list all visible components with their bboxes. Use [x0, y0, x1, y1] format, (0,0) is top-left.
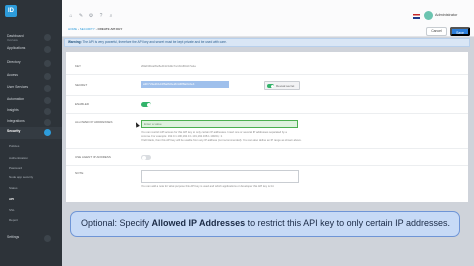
toggle-knob: [146, 102, 151, 107]
sidebar-item-directory[interactable]: Directory: [0, 58, 62, 70]
enabled-toggle[interactable]: [141, 102, 151, 107]
breadcrumb: HOME › SECURITY › CREATE API KEY: [68, 27, 122, 31]
allowed-ip-label: ALLOWED IP ADDRESSES: [75, 120, 113, 124]
help-icon[interactable]: ?: [98, 13, 104, 19]
avatar[interactable]: [424, 11, 433, 20]
ip-help-line-1: You can restrict API access for this API…: [141, 131, 287, 134]
caption-highlight: Allowed IP Addresses: [151, 218, 246, 228]
cancel-button[interactable]: Cancel: [426, 27, 447, 36]
sidebar-subitem-policies[interactable]: Policies: [9, 144, 19, 148]
sidebar: ID Dashboard Overview Applications Direc…: [0, 0, 62, 266]
wrench-icon[interactable]: ✎: [78, 13, 84, 19]
key-value: 2bEf4DcaWe5eD4c3d2c7e1bGfbGb7a1e: [141, 64, 196, 68]
sidebar-item-label: Access: [7, 73, 18, 77]
user-icon: [44, 85, 51, 92]
allowed-ip-input[interactable]: Enter a value: [141, 120, 298, 128]
sidebar-item-label: Integrations: [7, 119, 25, 123]
apps-icon: [44, 46, 51, 53]
sidebar-subitem-authentication[interactable]: Authentication: [9, 156, 28, 160]
dashboard-icon: [44, 34, 51, 41]
language-flag-icon[interactable]: [413, 14, 420, 19]
directory-icon: [44, 60, 51, 67]
note-label: NOTE: [75, 171, 84, 175]
sidebar-item-label: Directory: [7, 60, 21, 64]
sidebar-item-sublabel: Overview: [7, 38, 18, 42]
divider: [66, 74, 468, 75]
sidebar-subitem-ssl[interactable]: SSL: [9, 208, 15, 212]
sidebar-item-label: Settings: [7, 235, 20, 239]
divider: [66, 113, 468, 114]
sidebar-item-user-services[interactable]: User Services: [0, 83, 62, 95]
caption-prefix: Optional: Specify: [81, 218, 152, 228]
caption-suffix: to restrict this API key to only certain…: [245, 218, 451, 228]
home-icon[interactable]: ⌂: [68, 13, 74, 19]
sidebar-subitem-node-app-security[interactable]: Node app security: [9, 175, 33, 179]
sidebar-subitem-report[interactable]: Report: [9, 218, 18, 222]
agent-ip-label: USE AGENT IP ADDRESS: [75, 155, 111, 159]
gear-icon: [44, 235, 51, 242]
divider: [66, 148, 468, 149]
toggle-knob: [141, 155, 146, 160]
sidebar-item-label: User Services: [7, 85, 29, 89]
warning-prefix: Warning:: [68, 40, 82, 44]
note-help: You can add a note for what purpose this…: [141, 185, 275, 188]
api-key-form: KEY 2bEf4DcaWe5eD4c3d2c7e1bGfbGb7a1e SEC…: [66, 52, 468, 202]
ip-help-line-3: If left blank, then this API key will be…: [141, 139, 302, 142]
sidebar-item-label: Automation: [7, 97, 25, 101]
secret-field[interactable]: a3F7c9e2b1d4f6a8c0e2b4d6f8a0c2e4: [141, 81, 229, 88]
sidebar-item-security[interactable]: Security: [0, 127, 62, 139]
save-button[interactable]: Save: [450, 27, 470, 36]
search-icon[interactable]: ⌕: [108, 13, 114, 19]
settings-icon[interactable]: ⚙: [88, 13, 94, 19]
sidebar-item-label: Dashboard: [7, 34, 24, 38]
sidebar-subitem-status[interactable]: Status: [9, 186, 18, 190]
automation-icon: [44, 97, 51, 104]
sidebar-subitem-password[interactable]: Password: [9, 166, 22, 170]
breadcrumb-current: CREATE API KEY: [97, 27, 123, 31]
enabled-label: ENABLED: [75, 102, 90, 106]
key-label: KEY: [75, 64, 82, 68]
tutorial-caption: Optional: Specify Allowed IP Addresses t…: [70, 211, 460, 237]
app-logo[interactable]: ID: [5, 5, 17, 17]
key-icon: [44, 73, 51, 80]
sidebar-item-access[interactable]: Access: [0, 71, 62, 83]
secret-label: SECRET: [75, 83, 88, 87]
warning-text: The API is very powerful, therefore the …: [82, 40, 227, 44]
sidebar-item-label: Applications: [7, 46, 26, 50]
sidebar-item-applications[interactable]: Applications: [0, 44, 62, 56]
sidebar-subitem-api[interactable]: API: [9, 197, 14, 201]
sidebar-item-settings[interactable]: Settings: [0, 233, 62, 245]
divider: [66, 165, 468, 166]
user-menu[interactable]: Administrator: [435, 13, 457, 17]
note-textarea[interactable]: [141, 170, 299, 183]
sidebar-item-label: Insights: [7, 108, 19, 112]
reveal-secret-label: Reveal secret: [276, 84, 295, 88]
insights-icon: [44, 108, 51, 115]
warning-banner: Warning: The API is very powerful, there…: [64, 38, 470, 47]
shield-icon: [44, 129, 51, 136]
sidebar-item-dashboard[interactable]: Dashboard Overview: [0, 32, 62, 44]
divider: [66, 95, 468, 96]
integrations-icon: [44, 119, 51, 126]
reveal-toggle-icon: [267, 84, 274, 88]
breadcrumb-home[interactable]: HOME: [68, 27, 77, 31]
sidebar-item-label: Security: [7, 129, 21, 133]
reveal-secret-button[interactable]: Reveal secret: [264, 81, 300, 90]
topbar: ⌂ ✎ ⚙ ? ⌕ HOME › SECURITY › CREATE API K…: [62, 0, 474, 37]
agent-ip-toggle[interactable]: [141, 155, 151, 160]
ip-help-line-2: comma. For example: 192.0.1.100,192.0.1.…: [141, 135, 223, 138]
breadcrumb-security[interactable]: SECURITY: [80, 27, 95, 31]
